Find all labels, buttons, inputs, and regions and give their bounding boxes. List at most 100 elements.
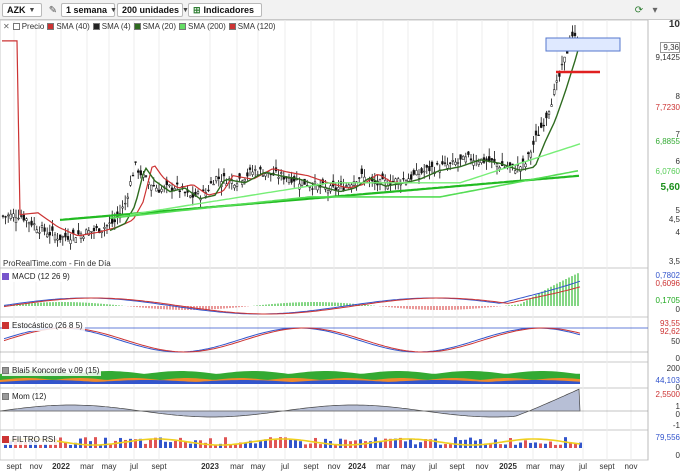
pane-frame: [0, 316, 649, 363]
price-axis-label: 7,7230: [655, 103, 680, 112]
price-candle-body: [43, 227, 46, 232]
legend-item-sma120[interactable]: SMA (120): [228, 22, 276, 31]
pane-frame: [0, 19, 649, 269]
rsi-filter-bar: [179, 437, 182, 448]
price-axis-label: 6: [675, 157, 680, 166]
rsi-filter-pane-label[interactable]: FILTRO RSI: [2, 434, 58, 445]
price-candle-body: [534, 130, 538, 136]
price-candle-body: [152, 185, 155, 187]
time-axis-label: jul: [428, 462, 438, 471]
rsi-filter-bar: [114, 440, 117, 448]
time-axis-label: mar: [230, 462, 244, 471]
stochastic-pane-label[interactable]: Estocástico (26 8 5): [2, 320, 85, 331]
legend-item-sma20[interactable]: SMA (20): [133, 22, 176, 31]
rsi-filter-bar: [244, 443, 247, 448]
legend-swatch: [133, 23, 141, 30]
legend-swatch: [178, 23, 186, 30]
price-candle-body: [4, 216, 7, 218]
price-candle-body: [454, 161, 457, 165]
price-candle-body: [103, 226, 106, 229]
price-candle-body: [46, 233, 49, 238]
time-axis-label: sept: [449, 462, 465, 471]
price-axis-label: 5: [675, 206, 680, 215]
rsi-filter-bar: [289, 439, 292, 448]
price-candle-body: [207, 189, 210, 192]
legend-item-sma40[interactable]: SMA (40): [47, 22, 90, 31]
rsi-filter-bar: [309, 443, 312, 448]
pane-color-swatch: [2, 322, 9, 329]
price-candle-body: [215, 176, 218, 182]
time-axis-label: may: [400, 462, 416, 471]
legend-item-sma4[interactable]: SMA (4): [92, 22, 131, 31]
price-axis-label: 4,5: [668, 215, 680, 224]
rsi-filter-bar: [419, 442, 422, 448]
macd-pane-label[interactable]: MACD (12 26 9): [2, 271, 72, 282]
price-candle-body: [558, 72, 561, 77]
rsi-filter-bar: [549, 441, 552, 448]
price-candle-body: [235, 183, 239, 187]
price-candle-body: [217, 176, 220, 179]
chart-canvas[interactable]: [0, 0, 680, 473]
rsi-filter-bar: [409, 438, 412, 448]
rsi-filter-bar: [64, 442, 67, 448]
time-axis-label: jul: [280, 462, 290, 471]
rsi-filter-bar: [69, 444, 72, 448]
price-candle-body: [9, 213, 12, 219]
price-candle-body: [287, 178, 291, 183]
koncorde-pane-label[interactable]: Blai5 Koncorde v.09 (15): [2, 365, 102, 376]
time-axis-label: mar: [526, 462, 540, 471]
rsi-filter-bar: [189, 443, 192, 448]
price-axis-label: 6,0760: [655, 167, 680, 176]
rsi-filter-bar: [539, 443, 542, 448]
price-candle-body: [277, 176, 280, 179]
price-axis-label: 10: [668, 19, 680, 30]
price-candle-body: [542, 124, 545, 127]
rsi-filter-bar: [344, 439, 347, 448]
price-candle-body: [410, 174, 413, 180]
price-candle-body: [547, 111, 551, 115]
price-candle-body: [345, 185, 348, 187]
price-candle-body: [311, 188, 314, 190]
price-candle-body: [451, 160, 454, 162]
legend-item-sma200[interactable]: SMA (200): [178, 22, 226, 31]
price-candle-body: [553, 89, 556, 95]
time-axis-label: may: [250, 462, 266, 471]
price-candle-body: [443, 162, 447, 164]
price-candle-body: [124, 202, 127, 205]
rsi-filter-bar: [454, 437, 457, 448]
time-axis-label: nov: [29, 462, 43, 471]
price-candle-body: [14, 217, 18, 223]
price-axis-last: 9,36: [660, 42, 680, 53]
rsi-filter-bar: [339, 438, 342, 448]
price-candle-body: [415, 170, 418, 176]
price-candle-body: [189, 195, 192, 198]
price-candle-body: [222, 173, 226, 177]
stochastic-axis-label: 92,62: [659, 327, 680, 336]
price-candle-body: [571, 31, 574, 37]
price-candle-body: [27, 222, 31, 225]
price-candle-body: [540, 122, 543, 128]
legend-swatch: [12, 23, 20, 30]
price-legend-close-icon[interactable]: ✕: [3, 22, 10, 31]
momentum-pane-label[interactable]: Mom (12): [2, 391, 49, 402]
rsi-filter-bar: [174, 440, 177, 448]
legend-item-precio[interactable]: Precio: [12, 22, 44, 31]
rsi-filter-bar: [464, 439, 467, 448]
rsi-filter-bar: [479, 439, 482, 448]
price-candle-body: [462, 155, 465, 160]
time-axis-label: jul: [129, 462, 139, 471]
price-candle-body: [527, 152, 530, 155]
legend-swatch: [47, 23, 55, 30]
rsi-filter-bar: [164, 441, 167, 448]
price-candle-body: [64, 232, 67, 238]
rsi-filter-bar: [404, 441, 407, 448]
macd-axis-label: 0: [675, 305, 680, 314]
price-candle-body: [326, 190, 330, 194]
koncorde-axis-label: 200: [666, 364, 680, 373]
price-candle-body: [490, 158, 493, 161]
price-candle-body: [160, 188, 163, 192]
rsi-filter-bar: [519, 442, 522, 448]
price-candle-body: [563, 56, 566, 63]
price-candle-body: [134, 161, 137, 163]
price-candle-body: [108, 222, 111, 224]
